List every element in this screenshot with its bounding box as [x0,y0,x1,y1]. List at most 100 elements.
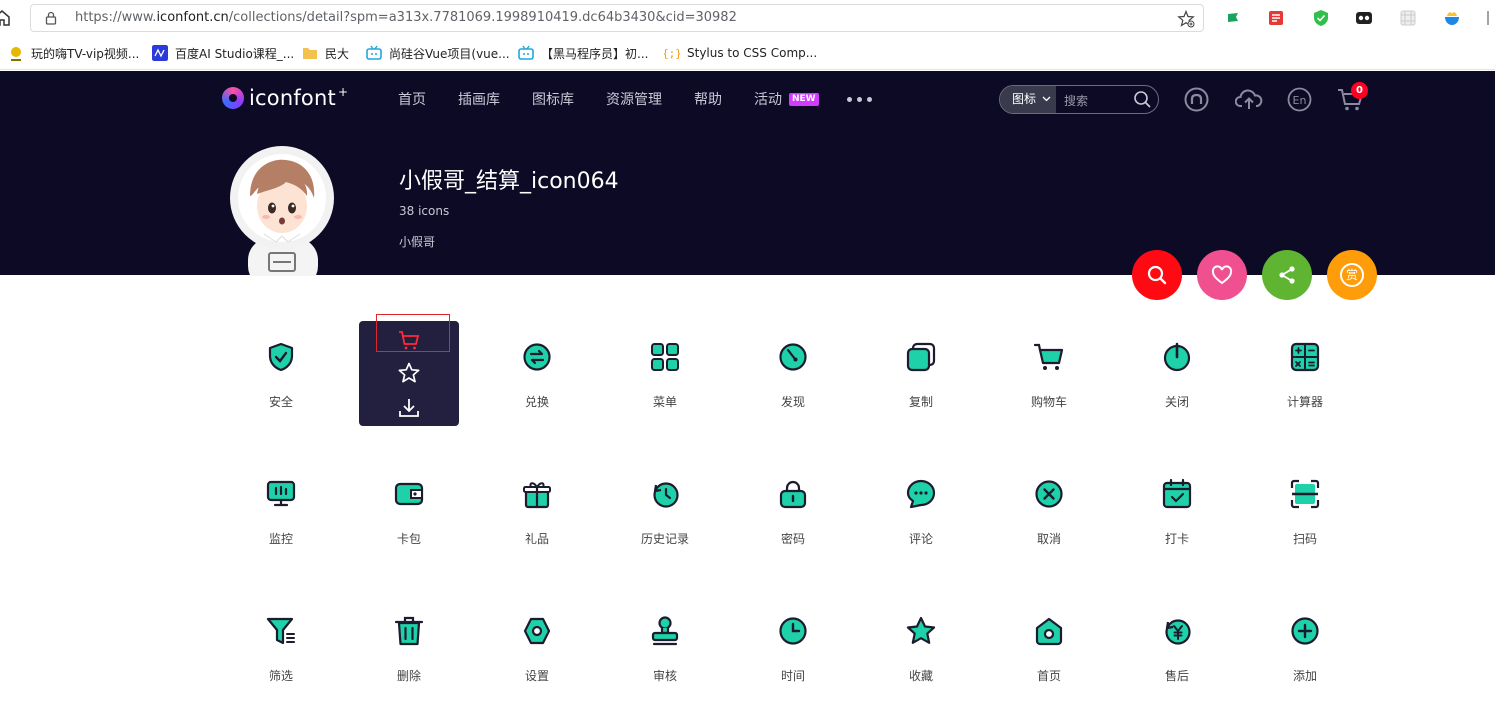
icon-label: 计算器 [1286,395,1323,409]
lock-icon [45,11,57,25]
star-icon[interactable] [397,361,421,385]
after-sale-icon [1165,619,1191,645]
trash-icon [394,616,424,646]
search-type-select[interactable]: 图标 [1000,86,1056,113]
browser-address-bar: https://www.iconfont.cn/collections/deta… [0,0,1495,37]
icon-cell-calculator[interactable]: 计算器 [1255,321,1355,426]
nav-help[interactable]: 帮助 [694,89,722,109]
nav-illustrations[interactable]: 插画库 [458,89,500,109]
icon-label: 扫码 [1292,532,1317,546]
icon-cell-settings[interactable]: 设置 [487,595,587,700]
icon-label: 购物车 [1030,395,1067,409]
iconfont-logo[interactable]: iconfont + [222,85,348,110]
icon-cell-filter[interactable]: 筛选 [231,595,331,700]
bookmark-item[interactable]: 百度AI Studio课程_... [152,43,294,63]
search-icon[interactable] [1133,90,1152,109]
comment-icon [906,479,936,509]
reward-fab-button[interactable]: 赏 [1327,250,1377,300]
icon-label: 取消 [1036,532,1061,546]
bookmark-item[interactable]: {;}Stylus to CSS Comp... [664,43,817,63]
search-icon [1147,265,1167,285]
icon-cell-history[interactable]: 历史记录 [615,458,715,563]
collection-title: 小假哥_结算_icon064 [399,169,619,194]
bookmark-item[interactable]: 民大 [302,43,349,63]
ext-grid-icon[interactable] [1399,9,1417,27]
icon-label: 兑换 [524,395,549,409]
icon-cell-monitor[interactable]: 监控 [231,458,331,563]
icon-label: 礼品 [524,532,549,546]
history-icon [653,482,679,508]
icon-cell-copy[interactable]: 复制 [871,321,971,426]
icon-cell-comment[interactable]: 评论 [871,458,971,563]
more-icon[interactable] [847,97,872,102]
icon-cell-cancel[interactable]: 取消 [999,458,1099,563]
icon-label: 首页 [1036,669,1061,683]
icon-cell-after-sale[interactable]: 售后 [1127,595,1227,700]
icon-cell-gift[interactable]: 礼品 [487,458,587,563]
filter-icon [266,617,295,645]
power-icon [1163,342,1191,372]
calendar-check-icon [1162,478,1192,509]
icon-cell-checkin[interactable]: 打卡 [1127,458,1227,563]
icon-label: 历史记录 [640,532,689,546]
nav-icon-library[interactable]: 图标库 [532,89,574,109]
collection-author[interactable]: 小假哥 [399,233,435,250]
stamp-icon [651,616,679,646]
search-input[interactable]: 搜索 [1064,92,1088,109]
ext-flag-icon[interactable] [1224,9,1242,27]
search-fab-button[interactable] [1132,250,1182,300]
icon-cell-discover[interactable]: 发现 [743,321,843,426]
bilibili-icon [518,45,534,60]
nav-resource-management[interactable]: 资源管理 [606,89,662,109]
ext-shield-icon[interactable] [1312,9,1330,27]
language-en-icon[interactable]: En [1287,87,1312,112]
icon-label: 卡包 [396,532,421,546]
icon-label: 筛选 [268,669,293,683]
nav-home[interactable]: 首页 [398,89,426,109]
scan-icon [1290,479,1320,509]
bookmark-item[interactable]: 【黑马程序员】初... [518,43,648,63]
icon-cell-review[interactable]: 审核 [615,595,715,700]
home-icon[interactable] [0,9,10,27]
icon-label: 删除 [396,669,421,683]
bookmark-star-icon[interactable] [1177,10,1195,28]
icon-cell-menu[interactable]: 菜单 [615,321,715,426]
github-icon[interactable] [1184,87,1209,112]
icon-label: 关闭 [1164,395,1189,409]
icon-cell-shopping-cart[interactable]: 购物车 [999,321,1099,426]
url-field[interactable]: https://www.iconfont.cn/collections/deta… [30,4,1204,32]
icon-cell-favorite[interactable]: 收藏 [871,595,971,700]
icon-cell-time[interactable]: 时间 [743,595,843,700]
ext-notes-icon[interactable] [1267,9,1285,27]
icon-cell-power[interactable]: 关闭 [1127,321,1227,426]
download-icon[interactable] [397,396,421,420]
icon-cell-home[interactable]: 首页 [999,595,1099,700]
like-fab-button[interactable] [1197,250,1247,300]
share-fab-button[interactable] [1262,250,1312,300]
ext-menu-icon[interactable] [1484,9,1495,27]
icon-cell-security[interactable]: 安全 [231,321,331,426]
icon-label: 收藏 [908,669,933,683]
upload-cloud-icon[interactable] [1235,87,1263,112]
ext-bowl-icon[interactable] [1443,9,1461,27]
ext-panda-icon[interactable] [1355,9,1373,27]
icon-label: 添加 [1292,669,1317,683]
icon-cell-password[interactable]: 密码 [743,458,843,563]
collection-icon-count: 38 icons [399,204,450,218]
icon-cell-delete[interactable]: 删除 [359,595,459,700]
icon-cell-wallet[interactable]: 卡包 [359,458,459,563]
icon-cell-scan[interactable]: 扫码 [1255,458,1355,563]
icon-cell-add[interactable]: 添加 [1255,595,1355,700]
wallet-icon [394,482,424,506]
svg-text:En: En [1293,94,1307,107]
folder-icon [303,48,317,59]
bookmark-favicon-icon [11,47,21,61]
settings-icon [523,617,551,645]
icon-cell-exchange[interactable]: 兑换 [487,321,587,426]
bookmark-item[interactable]: 玩的嗨TV-vip视频... [8,43,139,63]
clock-icon [779,617,807,645]
chevron-down-icon [1042,96,1051,102]
site-header: iconfont + 首页 插画库 图标库 资源管理 帮助 活动 NEW 图标 … [0,71,1495,276]
bookmark-item[interactable]: 尚硅谷Vue项目(vue... [366,43,510,63]
nav-activities[interactable]: 活动 [754,89,782,109]
